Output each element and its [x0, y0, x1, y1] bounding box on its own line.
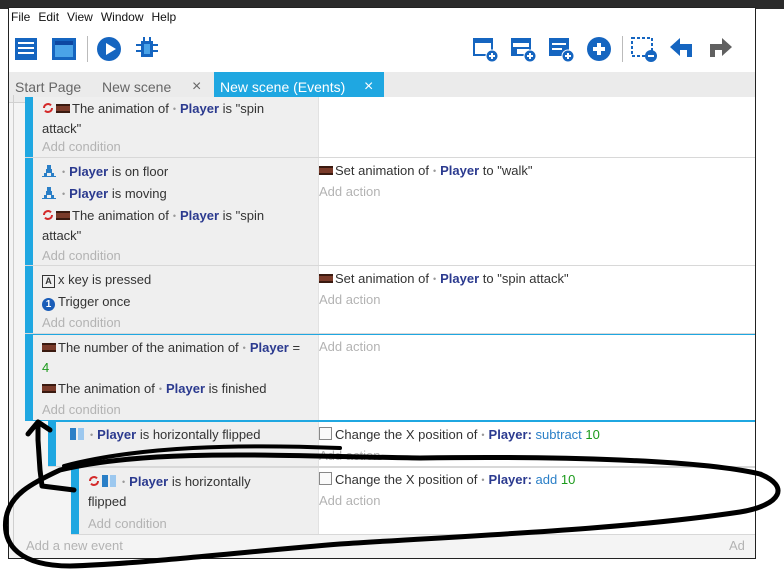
- menu-view[interactable]: View: [65, 10, 99, 24]
- preview-play-icon[interactable]: [95, 35, 123, 63]
- actions-column: Set animation of • Player to "walk" Add ac…: [318, 158, 755, 265]
- condition[interactable]: 1 Trigger once: [42, 292, 314, 311]
- menu-file[interactable]: File: [9, 10, 36, 24]
- conditions-column: • Player is on floor • Player is moving Th…: [33, 158, 318, 265]
- add-action-link[interactable]: Add action: [319, 182, 751, 201]
- sprite-icon: [319, 166, 333, 175]
- debugger-icon[interactable]: [133, 35, 161, 63]
- add-new-event-link-right[interactable]: Ad: [729, 538, 745, 553]
- object-bullet-icon: •: [172, 211, 176, 222]
- undo-icon[interactable]: [668, 35, 696, 63]
- conditions-column: The animation of • Player is "spin attack"…: [33, 97, 318, 157]
- object-bullet-icon: •: [481, 430, 485, 441]
- add-action-link[interactable]: Add action: [319, 337, 751, 356]
- player-platformer-icon: [42, 165, 56, 177]
- add-subevent-icon[interactable]: [509, 35, 537, 63]
- tab-new-scene-label: New scene: [102, 79, 172, 95]
- event-row[interactable]: • Player is on floor • Player is moving Th…: [25, 158, 755, 266]
- add-condition-link[interactable]: Add condition: [42, 246, 314, 265]
- add-condition-link[interactable]: Add condition: [88, 514, 314, 533]
- scene-editor-icon[interactable]: [50, 35, 78, 63]
- add-condition-link[interactable]: Add condition: [42, 313, 314, 332]
- object-bullet-icon: •: [62, 189, 66, 200]
- actions-column: [318, 97, 755, 157]
- action[interactable]: Set animation of • Player to "spin attack": [319, 269, 751, 289]
- object-bullet-icon: •: [62, 167, 66, 178]
- add-condition-link[interactable]: Add condition: [42, 137, 314, 156]
- condition[interactable]: The animation of • Player is "spin attack": [42, 99, 302, 138]
- conditions-column: • Player is horizontally flipped Add cond…: [79, 468, 318, 534]
- subevent-row[interactable]: • Player is horizontally flipped Add cond…: [71, 467, 755, 535]
- object-bullet-icon: •: [481, 475, 485, 486]
- object-bullet-icon: •: [90, 430, 94, 441]
- condition[interactable]: • Player is on floor: [42, 162, 314, 182]
- condition[interactable]: The number of the animation of • Player = …: [42, 338, 302, 377]
- object-bullet-icon: •: [122, 477, 126, 488]
- condition[interactable]: • Player is moving: [42, 184, 314, 204]
- actions-column: Change the X position of • Player: add 10 …: [318, 468, 755, 534]
- sprite-icon: [42, 343, 56, 352]
- project-manager-icon[interactable]: [12, 35, 40, 63]
- redo-icon[interactable]: [706, 35, 734, 63]
- subevent-row[interactable]: • Player is horizontally flipped Change t…: [48, 421, 755, 467]
- condition[interactable]: The animation of • Player is "spin attack": [42, 206, 302, 245]
- sprite-icon: [42, 384, 56, 393]
- conditions-column: Ax key is pressed 1 Trigger once Add cond…: [33, 266, 318, 333]
- invert-icon: [43, 103, 53, 113]
- app-window: File Edit View Window Help Start Page Ne…: [8, 7, 756, 559]
- add-action-link[interactable]: Add action: [319, 446, 751, 465]
- condition[interactable]: Ax key is pressed: [42, 270, 314, 289]
- menu-help[interactable]: Help: [150, 10, 183, 24]
- object-bullet-icon: •: [172, 104, 176, 115]
- sprite-icon: [319, 274, 333, 283]
- condition[interactable]: • Player is horizontally flipped: [88, 472, 288, 511]
- position-icon: [319, 427, 332, 440]
- tab-new-scene-events-label: New scene (Events): [220, 79, 346, 95]
- conditions-column: • Player is horizontally flipped: [56, 422, 318, 466]
- object-bullet-icon: •: [432, 166, 437, 177]
- tab-start-page-label: Start Page: [15, 79, 82, 95]
- add-more-icon[interactable]: [585, 35, 613, 63]
- add-action-link[interactable]: Add action: [319, 491, 751, 510]
- add-condition-link[interactable]: Add condition: [42, 400, 314, 419]
- action[interactable]: Change the X position of • Player: subtrac…: [319, 425, 751, 445]
- events-sheet: The animation of • Player is "spin attack"…: [9, 97, 755, 558]
- menu-edit[interactable]: Edit: [36, 10, 65, 24]
- add-comment-icon[interactable]: [547, 35, 575, 63]
- invert-icon: [89, 476, 99, 486]
- condition[interactable]: The animation of • Player is finished: [42, 379, 314, 399]
- tree-guide-line: [13, 95, 14, 545]
- flip-icon: [102, 475, 116, 487]
- sprite-icon: [56, 104, 70, 113]
- condition[interactable]: • Player is horizontally flipped: [70, 425, 314, 445]
- event-row-selected[interactable]: The number of the animation of • Player = …: [25, 334, 755, 421]
- object-bullet-icon: •: [158, 384, 162, 395]
- position-icon: [319, 472, 332, 485]
- actions-column: Add action: [318, 335, 755, 420]
- event-row[interactable]: The animation of • Player is "spin attack"…: [25, 97, 755, 158]
- actions-column: Set animation of • Player to "spin attack"…: [318, 266, 755, 333]
- add-action-link[interactable]: Add action: [319, 290, 751, 309]
- add-event-icon[interactable]: [471, 35, 499, 63]
- menubar: File Edit View Window Help: [9, 8, 755, 26]
- delete-icon[interactable]: [630, 35, 658, 63]
- object-bullet-icon: •: [242, 343, 246, 354]
- keyboard-icon: A: [42, 275, 55, 288]
- flip-icon: [70, 428, 84, 440]
- event-row[interactable]: Ax key is pressed 1 Trigger once Add cond…: [25, 266, 755, 334]
- toolbar: [9, 28, 755, 72]
- actions-column: Change the X position of • Player: subtrac…: [318, 422, 755, 466]
- menu-window[interactable]: Window: [99, 10, 150, 24]
- object-bullet-icon: •: [432, 274, 437, 285]
- add-new-event-link[interactable]: Add a new event: [26, 538, 123, 553]
- player-platformer-icon: [42, 187, 56, 199]
- action[interactable]: Set animation of • Player to "walk": [319, 161, 751, 181]
- trigger-once-icon: 1: [42, 298, 55, 311]
- sprite-icon: [56, 211, 70, 220]
- conditions-column: The number of the animation of • Player = …: [33, 335, 318, 420]
- action[interactable]: Change the X position of • Player: add 10: [319, 470, 751, 490]
- invert-icon: [43, 210, 53, 220]
